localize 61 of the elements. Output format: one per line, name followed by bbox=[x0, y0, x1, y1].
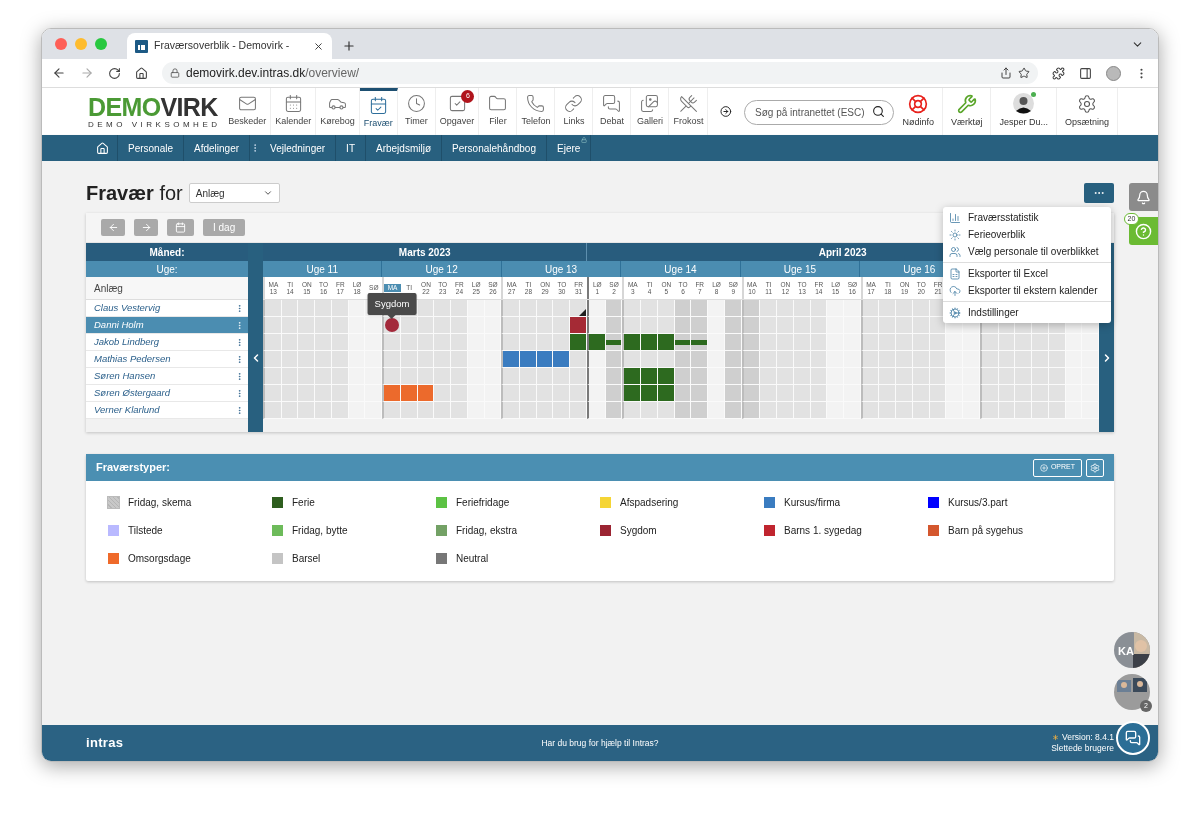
search-field[interactable]: Søg på intranettet (ESC) bbox=[744, 100, 895, 125]
absence-type-label: Ferie bbox=[292, 496, 315, 510]
absence-type-label: Afspadsering bbox=[620, 496, 679, 510]
month-label: April 2023 bbox=[818, 245, 867, 260]
absence-type-label: Feriefridage bbox=[456, 496, 510, 510]
employee-name: Danni Holm bbox=[94, 317, 145, 332]
employee-row[interactable]: Jakob Lindberg bbox=[86, 334, 248, 351]
employee-name: Claus Vestervig bbox=[94, 300, 162, 315]
employee-row[interactable]: Mathias Pedersen bbox=[86, 351, 248, 368]
absence-type-label: Fridag, ekstra bbox=[456, 524, 518, 538]
week-label: Uge 11 bbox=[306, 262, 338, 277]
employee-name: Verner Klarlund bbox=[94, 402, 161, 417]
employee-row[interactable]: Søren Østergaard bbox=[86, 385, 248, 402]
employee-name: Søren Østergaard bbox=[94, 385, 172, 400]
absence-type-label: Barsel bbox=[292, 552, 321, 566]
employee-name: Jakob Lindberg bbox=[94, 334, 160, 349]
week-label: Uge 12 bbox=[425, 262, 458, 277]
page-title: Fravær for bbox=[86, 181, 183, 206]
employee-name: Mathias Pedersen bbox=[94, 351, 172, 366]
employee-name: Søren Hansen bbox=[94, 368, 157, 383]
tab-title: Fraværsoverblik - Demovirk - bbox=[154, 38, 291, 54]
menu-item[interactable]: Ferieoverblik bbox=[943, 226, 1111, 243]
address-bar[interactable]: demovirk.dev.intras.dk/overview/ bbox=[162, 62, 1038, 84]
absence-type-label: Sygdom bbox=[620, 524, 657, 538]
week-label: Uge 15 bbox=[783, 262, 816, 277]
week-label: Uge 16 bbox=[903, 262, 936, 277]
absence-type-label: Neutral bbox=[456, 552, 489, 566]
absence-type-label: Kursus/3.part bbox=[948, 496, 1008, 510]
week-label: Uge 14 bbox=[664, 262, 697, 277]
department-select[interactable]: Anlæg bbox=[188, 183, 280, 203]
week-label: Uge 13 bbox=[544, 262, 578, 277]
absence-type-label: Omsorgsdage bbox=[128, 552, 191, 566]
browser-tab[interactable]: Fraværsoverblik - Demovirk - bbox=[127, 33, 332, 59]
employee-row[interactable]: Claus Vestervig bbox=[86, 300, 248, 317]
menu-item[interactable]: Eksporter til Excel bbox=[943, 265, 1111, 282]
company-logo-wordmark: DEMOVIRK bbox=[88, 94, 219, 120]
deleted-users-link[interactable]: Slettede brugere bbox=[1051, 743, 1114, 754]
absence-type-label: Barn på sygehus bbox=[948, 524, 1024, 538]
month-row-heading: Måned: bbox=[86, 243, 248, 261]
panel-title: Fraværstyper: bbox=[96, 460, 171, 476]
month-label: Marts 2023 bbox=[398, 245, 451, 260]
company-logo-subtitle: DEMO VIRKSOMHED bbox=[88, 120, 222, 129]
absence-type-label: Barns 1. sygedag bbox=[784, 524, 862, 538]
user-initials: KA bbox=[1118, 644, 1134, 659]
menu-item[interactable]: Fraværsstatistik bbox=[943, 209, 1111, 226]
week-row-heading: Uge: bbox=[86, 261, 248, 277]
employee-row[interactable]: Søren Hansen bbox=[86, 368, 248, 385]
employee-row[interactable]: Verner Klarlund bbox=[86, 402, 248, 419]
url-text: demovirk.dev.intras.dk/overview/ bbox=[186, 65, 360, 82]
employee-row[interactable]: Danni Holm bbox=[86, 317, 248, 334]
version-text: Version: 8.4.1 bbox=[1062, 732, 1114, 743]
absence-type-label: Tilstede bbox=[128, 524, 163, 538]
menu-item[interactable]: Eksporter til ekstern kalender bbox=[943, 282, 1111, 299]
intras-logo: intras bbox=[86, 734, 125, 753]
menu-item[interactable]: Indstillinger bbox=[943, 304, 1111, 321]
help-link[interactable]: Har du brug for hjælp til Intras? bbox=[266, 736, 934, 750]
absence-type-label: Kursus/firma bbox=[784, 496, 841, 510]
menu-item[interactable]: Vælg personale til overblikket bbox=[943, 243, 1111, 260]
absence-type-label: Fridag, bytte bbox=[292, 524, 348, 538]
group-label: Anlæg bbox=[86, 277, 248, 300]
absence-type-label: Fridag, skema bbox=[128, 496, 192, 510]
